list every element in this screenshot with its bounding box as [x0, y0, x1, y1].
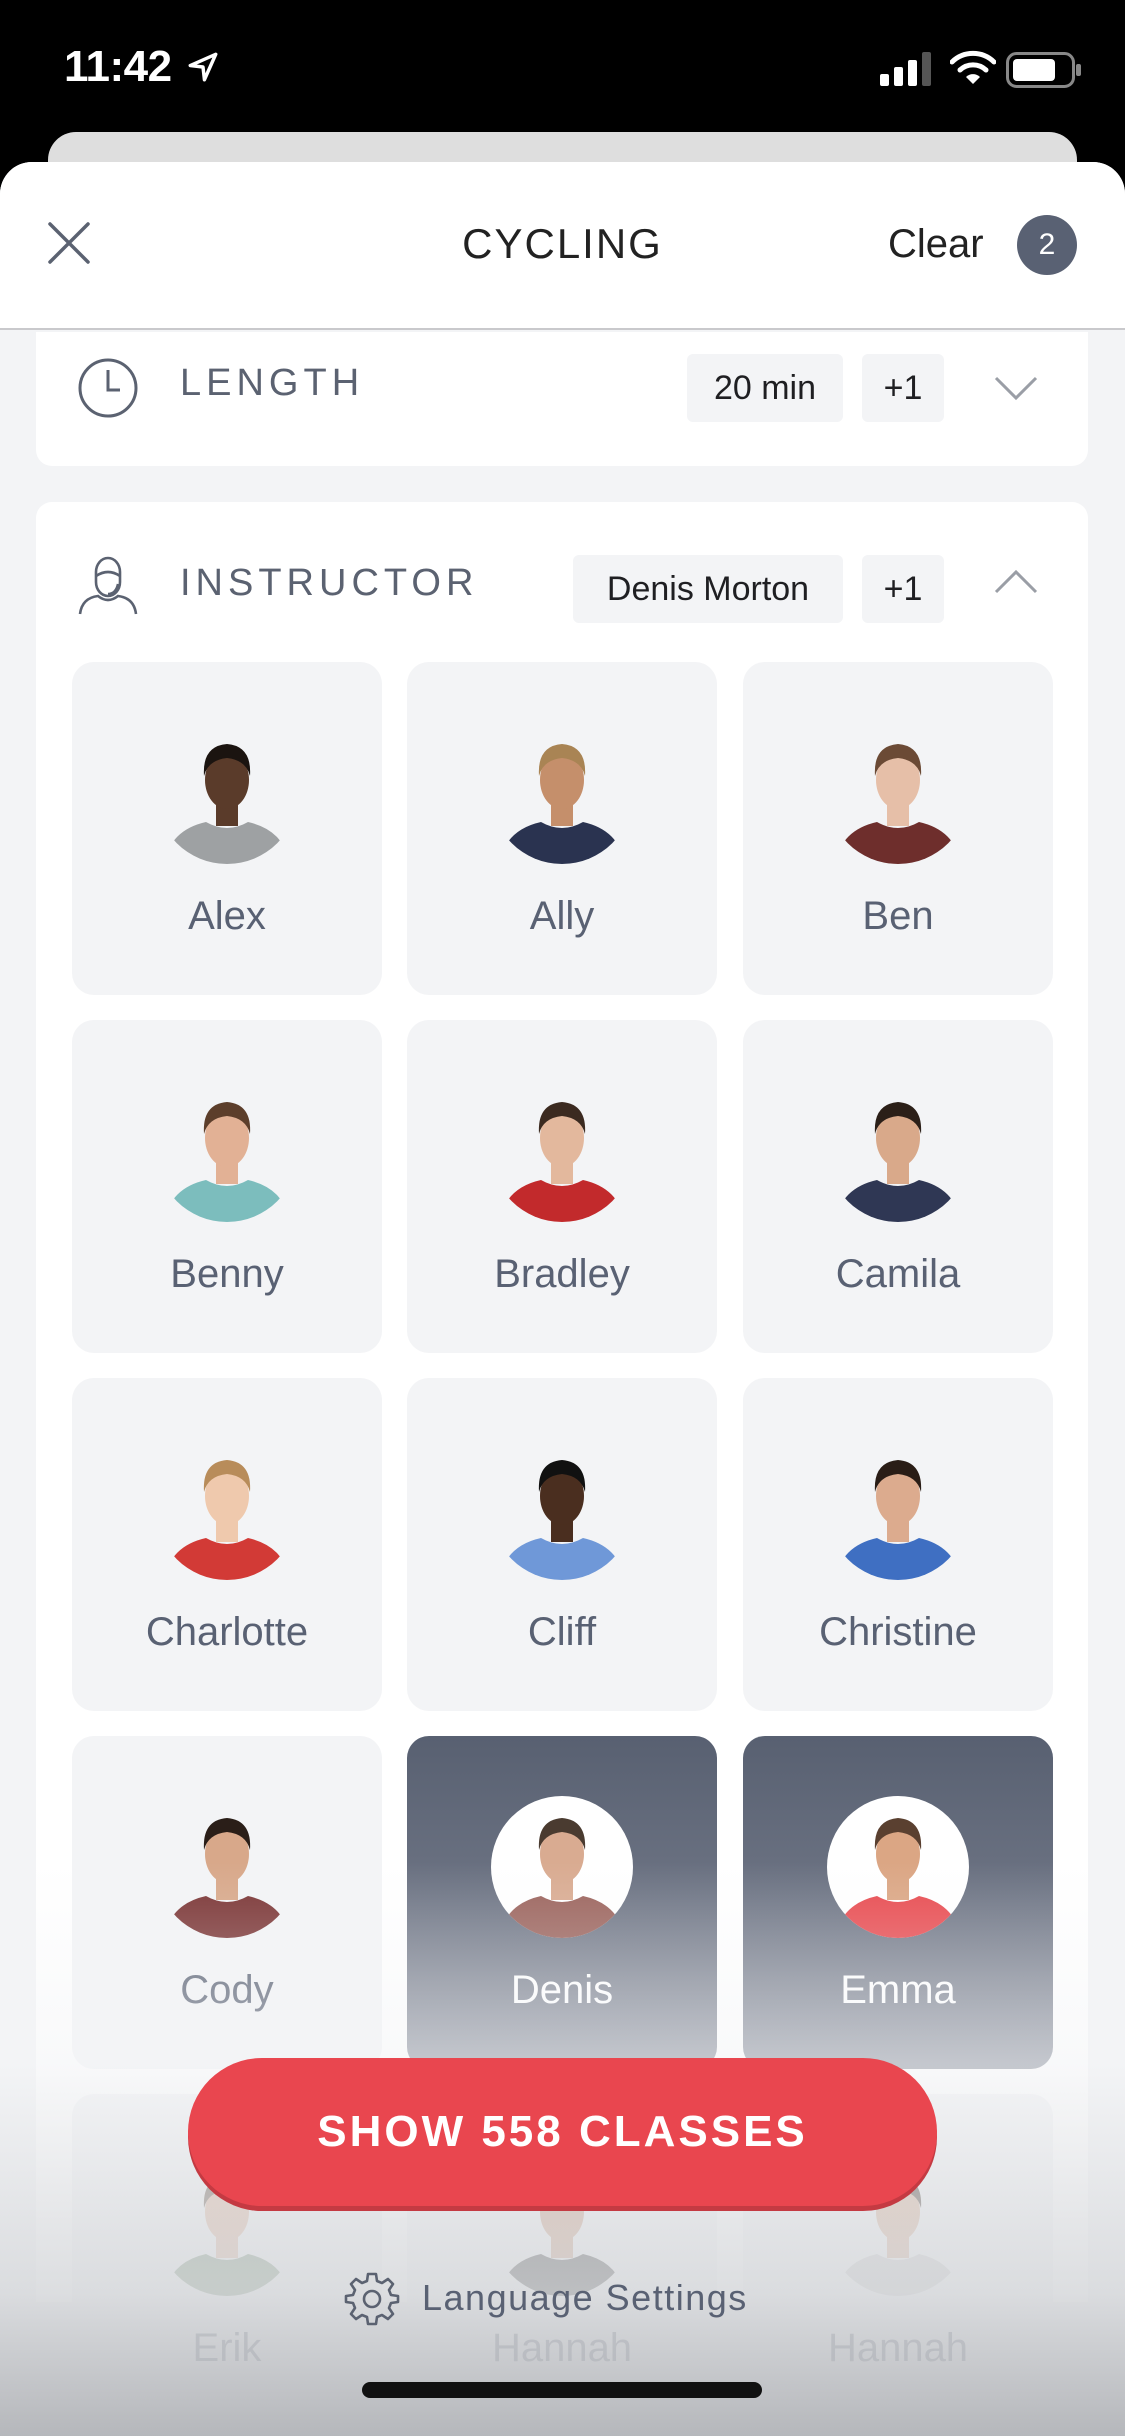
instructor-option[interactable]: Camila [743, 1020, 1053, 1353]
instructor-avatar [827, 1438, 969, 1580]
instructor-avatar [156, 1796, 298, 1938]
filter-label: LENGTH [180, 362, 365, 404]
instructor-headset-icon [78, 556, 138, 615]
wifi-icon [950, 50, 996, 84]
instructor-avatar [156, 1438, 298, 1580]
gear-icon [344, 2272, 400, 2326]
length-selected-chip: 20 min [687, 354, 843, 422]
instructor-extra-chip: +1 [862, 555, 944, 623]
instructor-avatar [156, 722, 298, 864]
instructor-name: Alex [188, 894, 266, 938]
chevron-down-icon[interactable] [992, 374, 1040, 404]
instructor-option[interactable]: Charlotte [72, 1378, 382, 1711]
filter-length[interactable]: LENGTH 20 min +1 [36, 332, 1088, 466]
instructor-name: Erik [192, 2326, 262, 2370]
location-arrow-icon [188, 52, 218, 82]
clear-button[interactable]: Clear [888, 222, 984, 267]
instructor-name: Hannah [827, 2326, 969, 2370]
instructor-selected-chip: Denis Morton [573, 555, 843, 623]
filter-instructor: INSTRUCTOR Denis Morton +1 Alex Ally Ben Be… [36, 502, 1088, 2427]
length-extra-chip: +1 [862, 354, 944, 422]
instructor-option[interactable]: Ben [743, 662, 1053, 995]
instructor-name: Ally [529, 894, 595, 938]
instructor-name: Denis [510, 1968, 614, 2012]
instructor-avatar [491, 722, 633, 864]
instructor-name: Cliff [527, 1610, 597, 1654]
language-settings-label: Language Settings [422, 2277, 748, 2318]
instructor-option[interactable]: Cody [72, 1736, 382, 2069]
instructor-name: Emma [840, 1968, 956, 2012]
instructor-option[interactable]: Christine [743, 1378, 1053, 1711]
instructor-name: Cody [180, 1968, 274, 2012]
instructor-name: Charlotte [145, 1610, 309, 1654]
show-classes-button[interactable]: SHOW 558 CLASSES [188, 2058, 937, 2206]
instructor-option[interactable]: Benny [72, 1020, 382, 1353]
home-indicator [362, 2382, 762, 2398]
instructor-avatar [156, 1080, 298, 1222]
instructor-name: Camila [835, 1252, 961, 1296]
instructor-name: Ben [862, 894, 934, 938]
instructor-avatar [827, 1796, 969, 1938]
instructor-option[interactable]: Emma [743, 1736, 1053, 2069]
instructor-name: Benny [170, 1252, 284, 1296]
language-settings-link[interactable]: Language Settings [344, 2268, 748, 2328]
sheet-header: CYCLING Clear 2 [0, 162, 1125, 330]
instructor-avatar [827, 722, 969, 864]
instructor-option[interactable]: Ally [407, 662, 717, 995]
instructor-avatar [491, 1796, 633, 1938]
instructor-header[interactable]: INSTRUCTOR Denis Morton +1 [36, 502, 1088, 662]
chevron-up-icon[interactable] [992, 566, 1040, 596]
filter-sheet: CYCLING Clear 2 LENGTH 20 min +1 INSTRUC… [0, 162, 1125, 2436]
filter-label: INSTRUCTOR [180, 562, 479, 604]
instructor-option[interactable]: Cliff [407, 1378, 717, 1711]
instructor-name: Christine [819, 1610, 977, 1654]
cellular-signal-icon [880, 52, 931, 86]
instructor-option[interactable]: Denis [407, 1736, 717, 2069]
instructor-avatar [827, 1080, 969, 1222]
instructor-option[interactable]: Alex [72, 662, 382, 995]
battery-icon [1006, 52, 1081, 88]
instructor-avatar [491, 1438, 633, 1580]
instructor-option[interactable]: Bradley [407, 1020, 717, 1353]
instructor-name: Bradley [494, 1252, 630, 1296]
clock-icon [78, 358, 138, 418]
selected-count-badge: 2 [1017, 215, 1077, 275]
instructor-avatar [491, 1080, 633, 1222]
instructor-name: Hannah [491, 2326, 633, 2370]
status-time: 11:42 [64, 42, 172, 91]
